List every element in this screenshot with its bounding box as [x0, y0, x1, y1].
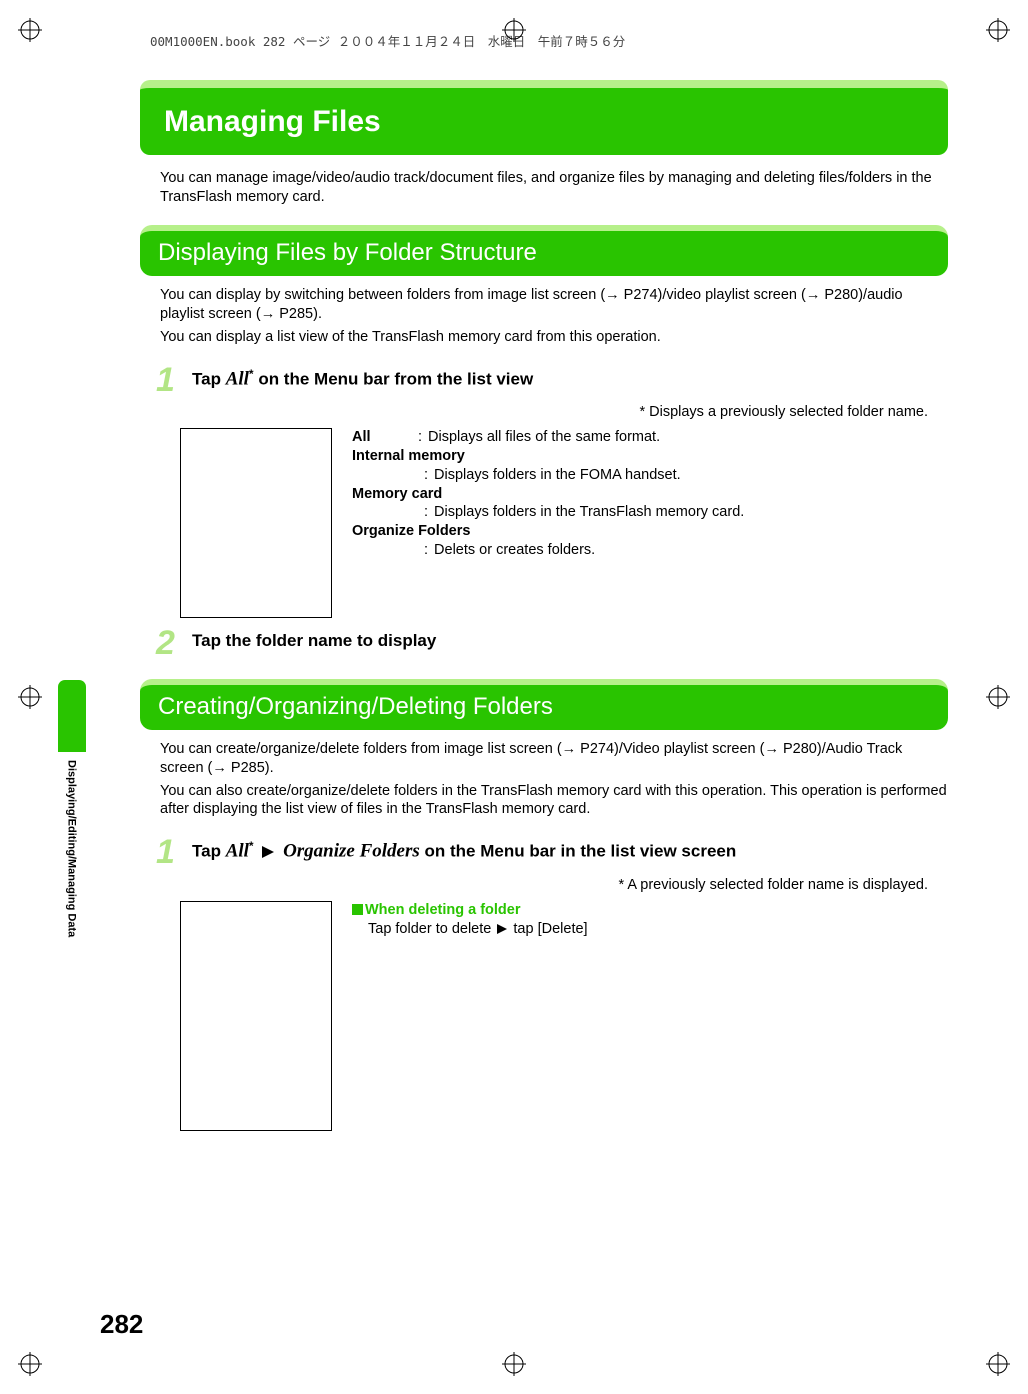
- crop-mark-icon: [18, 18, 42, 42]
- section2-heading: Creating/Organizing/Deleting Folders: [140, 679, 948, 730]
- section2-step1-footnote: * A previously selected folder name is d…: [140, 876, 928, 895]
- page-number: 282: [100, 1308, 143, 1342]
- crop-mark-icon: [986, 18, 1010, 42]
- main-title: Managing Files: [140, 80, 948, 155]
- arrow-icon: [497, 924, 507, 934]
- section2-step1: 1 Tap All* Organize Folders on the Menu …: [156, 837, 948, 868]
- step-number-1: 1: [156, 365, 178, 396]
- def-desc-memcard: Displays folders in the TransFlash memor…: [434, 503, 744, 522]
- delete-note: When deleting a folder Tap folder to del…: [352, 901, 948, 939]
- def-desc-intmem: Displays folders in the FOMA handset.: [434, 466, 681, 485]
- screenshot-placeholder-2: [180, 901, 332, 1131]
- step2-text: Tap the folder name to display: [192, 628, 436, 652]
- crop-mark-icon: [986, 685, 1010, 709]
- def-term-org: Organize Folders: [352, 523, 470, 539]
- def-term-memcard: Memory card: [352, 486, 442, 502]
- step1-text: Tap All* on the Menu bar from the list v…: [192, 365, 533, 392]
- section1-body1: You can display by switching between fol…: [160, 286, 948, 324]
- arrow-icon: [262, 846, 274, 858]
- square-bullet-icon: [352, 904, 363, 915]
- step-number-2: 2: [156, 628, 178, 659]
- delete-note-heading: When deleting a folder: [352, 901, 948, 920]
- def-desc-all: Displays all files of the same format.: [428, 428, 660, 447]
- section2-body1: You can create/organize/delete folders f…: [160, 740, 948, 778]
- side-tab-label: Displaying/Editing/Managing Data: [58, 752, 84, 945]
- crop-mark-icon: [18, 685, 42, 709]
- screenshot-placeholder: [180, 428, 332, 618]
- crop-mark-icon: [18, 1352, 42, 1376]
- side-tab-cap-icon: [58, 680, 86, 752]
- section1-step2: 2 Tap the folder name to display: [156, 628, 948, 659]
- crop-mark-icon: [986, 1352, 1010, 1376]
- section2-step1-text: Tap All* Organize Folders on the Menu ba…: [192, 837, 736, 864]
- section2-details: When deleting a folder Tap folder to del…: [180, 901, 948, 1131]
- crop-mark-icon: [502, 18, 526, 42]
- book-header: 00M1000EN.book 282 ページ ２００４年１１月２４日 水曜日 午…: [150, 34, 968, 50]
- def-term-all: All: [352, 428, 412, 447]
- def-desc-org: Delets or creates folders.: [434, 541, 595, 560]
- def-term-intmem: Internal memory: [352, 448, 465, 464]
- crop-mark-icon: [502, 1352, 526, 1376]
- page-container: 00M1000EN.book 282 ページ ２００４年１１月２４日 水曜日 午…: [0, 0, 1028, 1394]
- step1-details: All:Displays all files of the same forma…: [180, 428, 948, 618]
- step1-footnote: * Displays a previously selected folder …: [140, 403, 928, 422]
- definition-list: All:Displays all files of the same forma…: [352, 428, 744, 560]
- intro-text: You can manage image/video/audio track/d…: [160, 169, 948, 207]
- section1-body2: You can display a list view of the Trans…: [160, 328, 948, 347]
- step-number-1b: 1: [156, 837, 178, 868]
- section1-step1: 1 Tap All* on the Menu bar from the list…: [156, 365, 948, 396]
- section1-heading: Displaying Files by Folder Structure: [140, 225, 948, 276]
- delete-note-body: Tap folder to delete tap [Delete]: [352, 920, 948, 939]
- side-tab: Displaying/Editing/Managing Data: [58, 680, 86, 942]
- section2-body2: You can also create/organize/delete fold…: [160, 782, 948, 820]
